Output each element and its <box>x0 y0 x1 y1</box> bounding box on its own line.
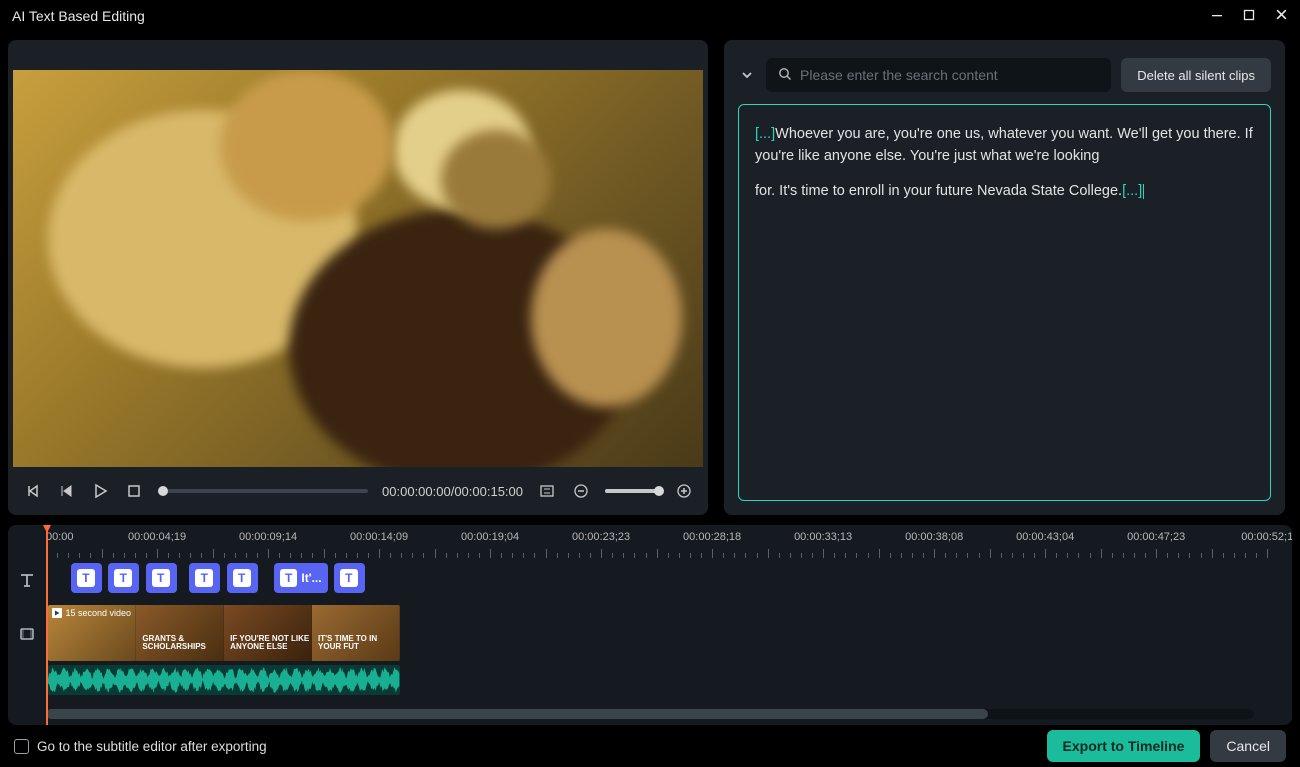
video-thumbnail: IF YOU'RE NOT LIKE ANYONE ELSE <box>224 605 312 661</box>
text-clip[interactable]: T <box>108 563 139 593</box>
ruler-label: 00:00:52;1 <box>1241 531 1292 543</box>
text-clip[interactable]: T It'... <box>274 563 328 593</box>
text-clip-label: It'... <box>301 571 321 585</box>
title-bar: AI Text Based Editing <box>0 0 1300 32</box>
ruler-label: 00:00:19;04 <box>461 531 519 543</box>
minimize-icon[interactable] <box>1211 9 1223 24</box>
cancel-button[interactable]: Cancel <box>1210 730 1286 762</box>
player-controls: 00:00:00:00/00:00:15:00 <box>8 467 708 515</box>
timecode: 00:00:00:00/00:00:15:00 <box>382 484 523 499</box>
text-icon: T <box>340 569 358 587</box>
ruler-label: 00:00:14;09 <box>350 531 408 543</box>
ruler-label: 00:00:47;23 <box>1127 531 1185 543</box>
search-input[interactable] <box>800 67 1099 83</box>
text-cursor <box>1143 184 1144 199</box>
audio-clip[interactable] <box>48 665 399 695</box>
text-icon: T <box>114 569 132 587</box>
zoom-in-icon[interactable] <box>674 481 694 501</box>
scrollbar-thumb[interactable] <box>46 709 988 719</box>
close-icon[interactable] <box>1275 8 1288 24</box>
ruler-label: 00:00:04;19 <box>128 531 186 543</box>
checkbox-label: Go to the subtitle editor after exportin… <box>37 739 267 754</box>
ruler-label: 00:00:23;23 <box>572 531 630 543</box>
audio-track <box>8 665 1292 697</box>
transcript-text-1[interactable]: Whoever you are, you're one us, whatever… <box>755 126 1253 164</box>
video-thumbnail: IT'S TIME TO IN YOUR FUT <box>312 605 400 661</box>
playhead[interactable] <box>46 525 48 725</box>
timeline-scrollbar[interactable] <box>46 709 1254 719</box>
video-track-icon <box>8 626 46 642</box>
zoom-out-icon[interactable] <box>571 481 591 501</box>
step-back-icon[interactable] <box>56 481 76 501</box>
transcript-panel: Delete all silent clips [...]Whoever you… <box>724 40 1285 515</box>
transcript-header: Delete all silent clips <box>738 58 1271 92</box>
transcript-text-2[interactable]: for. It's time to enroll in your future … <box>755 183 1122 199</box>
video-clip-label: 15 second video <box>52 608 131 618</box>
silence-marker-end[interactable]: [...] <box>1122 183 1142 199</box>
text-icon: T <box>195 569 213 587</box>
seek-slider[interactable] <box>158 489 368 493</box>
subtitle-editor-checkbox[interactable] <box>14 739 29 754</box>
text-track: T T T T T T It'... T <box>8 561 1292 599</box>
window-controls <box>1211 8 1288 24</box>
delete-silent-clips-button[interactable]: Delete all silent clips <box>1121 58 1271 92</box>
search-box[interactable] <box>766 58 1111 92</box>
video-clip[interactable]: GRANTS & SCHOLARSHIPSIF YOU'RE NOT LIKE … <box>48 605 399 661</box>
footer: Go to the subtitle editor after exportin… <box>0 725 1300 767</box>
zoom-slider[interactable] <box>605 489 660 493</box>
search-icon <box>778 67 792 84</box>
text-clip[interactable]: T <box>334 563 365 593</box>
text-icon: T <box>152 569 170 587</box>
play-icon[interactable] <box>90 481 110 501</box>
timeline: 00:00 00:00:04;19 00:00:09;14 00:00:14;09 00… <box>8 525 1292 725</box>
ruler-label: 00:00:43;04 <box>1016 531 1074 543</box>
transcript-editor[interactable]: [...]Whoever you are, you're one us, wha… <box>738 104 1271 501</box>
chevron-down-icon[interactable] <box>738 66 756 84</box>
ruler-label: 00:00:33;13 <box>794 531 852 543</box>
text-track-icon <box>8 572 46 588</box>
preview-panel: 00:00:00:00/00:00:15:00 <box>8 40 708 515</box>
maximize-icon[interactable] <box>1243 9 1255 24</box>
text-clip[interactable]: T <box>189 563 220 593</box>
ruler-label: 00:00:09;14 <box>239 531 297 543</box>
text-icon: T <box>280 569 297 587</box>
ruler-label: 00:00 <box>46 531 74 543</box>
ruler-label: 00:00:38;08 <box>905 531 963 543</box>
text-clip[interactable]: T <box>146 563 177 593</box>
main-area: 00:00:00:00/00:00:15:00 <box>0 32 1300 515</box>
fit-screen-icon[interactable] <box>537 481 557 501</box>
stop-icon[interactable] <box>124 481 144 501</box>
text-icon: T <box>77 569 95 587</box>
text-clip[interactable]: T <box>227 563 258 593</box>
export-to-timeline-button[interactable]: Export to Timeline <box>1047 730 1201 762</box>
video-preview[interactable] <box>13 70 703 467</box>
text-clip[interactable]: T <box>71 563 102 593</box>
silence-marker[interactable]: [...] <box>755 126 775 142</box>
prev-frame-icon[interactable] <box>22 481 42 501</box>
text-icon: T <box>233 569 251 587</box>
video-track: GRANTS & SCHOLARSHIPSIF YOU'RE NOT LIKE … <box>8 605 1292 663</box>
video-thumbnail: GRANTS & SCHOLARSHIPS <box>136 605 224 661</box>
app-title: AI Text Based Editing <box>12 8 145 24</box>
ruler-label: 00:00:28;18 <box>683 531 741 543</box>
